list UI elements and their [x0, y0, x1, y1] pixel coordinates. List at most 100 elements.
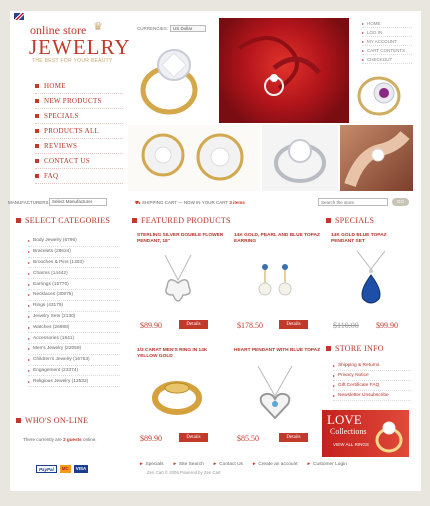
product-name[interactable]: 1/3 CARAT MEN'S RING IN 14K YELLOW GOLD: [137, 348, 227, 360]
arrow-icon: ▸: [28, 303, 31, 309]
menu-item-new-products[interactable]: NEW PRODUCTS: [35, 94, 123, 109]
arrow-icon: ▸: [28, 238, 31, 244]
product-image[interactable]: [250, 366, 300, 426]
product-name[interactable]: 14K GOLD, PEARL AND BLUE TOPAZ EARRING: [234, 233, 324, 245]
categories-list: ▸ Body Jewelry (6796) ▸ Bracelets (28624) …: [28, 236, 120, 388]
footer-link-customer-login[interactable]: ▸ Customer Login: [308, 462, 347, 467]
online-guests-count: 2 guests: [63, 437, 82, 442]
featured-title: FEATURED PRODUCTS: [132, 216, 231, 225]
category-item[interactable]: ▸ Accessories (1641): [28, 333, 120, 344]
bullet-icon: [35, 84, 39, 88]
category-item[interactable]: ▸ Charms (14442): [28, 268, 120, 280]
logo-title[interactable]: JEWELRY: [29, 35, 131, 60]
manufacturers-label: MANUFACTURERS:: [8, 200, 50, 205]
manufacturers-select[interactable]: Select Manufacturer: [49, 198, 107, 206]
arrow-icon: ▸: [362, 38, 365, 44]
category-item[interactable]: ▸ Necklaces (30876): [28, 290, 120, 301]
category-item[interactable]: ▸ Watches (26988): [28, 322, 120, 334]
category-label: Rings (43179): [33, 303, 64, 309]
store-info-item[interactable]: ▸ Shipping & Returns: [333, 361, 411, 371]
product-card[interactable]: 1/3 CARAT MEN'S RING IN 14K YELLOW GOLD …: [137, 348, 227, 458]
menu-item-specials[interactable]: SPECIALS: [35, 109, 123, 124]
copyright-text: Zen Cart © 2006 Powered by Zen Cart: [147, 470, 221, 475]
category-label: Engagement (23374): [33, 367, 79, 373]
category-item[interactable]: ▸ Men's Jewelry (22059): [28, 344, 120, 355]
arrow-icon: ▸: [213, 462, 217, 467]
arrow-icon: ▸: [173, 462, 176, 467]
product-card[interactable]: HEART PENDANT WITH BLUE TOPAZ $85.50 Det…: [234, 348, 324, 458]
toplink-cart-contents[interactable]: ▸ CART CONTENTS: [362, 46, 412, 55]
product-image[interactable]: [349, 251, 393, 311]
category-label: Jewelry Sets (2130): [33, 313, 76, 319]
shipping-cart-label: SHIPPING CART: [141, 200, 177, 205]
product-old-price: $110.00: [333, 321, 359, 330]
footer-link-label: Customer Login: [313, 462, 347, 467]
cart-icon: ⛟: [135, 200, 141, 205]
banner-subtitle: Collections: [330, 427, 367, 436]
menu-label: SPECIALS: [44, 112, 79, 120]
store-info-item[interactable]: ▸ Privacy Notice: [333, 371, 411, 381]
arrow-icon: ▸: [28, 270, 31, 276]
store-info-list: ▸ Shipping & Returns ▸ Privacy Notice ▸ Gif…: [333, 361, 411, 401]
menu-item-products-all[interactable]: PRODUCTS ALL: [35, 124, 123, 139]
special-product-card[interactable]: 14K GOLD BLUE TOPAZ PENDANT SET $110.00 …: [331, 233, 411, 343]
footer-link-contact-us[interactable]: ▸ Contact Us: [214, 462, 243, 467]
arrow-icon: ▸: [362, 20, 365, 26]
category-item[interactable]: ▸ Children's Jewelry (16753): [28, 355, 120, 366]
footer-link-specials[interactable]: ▸ Specials: [140, 462, 164, 467]
category-item[interactable]: ▸ Earrings (15770): [28, 279, 120, 290]
arrow-icon: ▸: [28, 313, 31, 319]
product-image[interactable]: [153, 255, 203, 315]
category-item[interactable]: ▸ Engagement (23374): [28, 366, 120, 377]
category-label: Body Jewelry (6796): [33, 238, 77, 244]
arrow-icon: ▸: [333, 393, 336, 398]
bullet-icon: [35, 159, 39, 163]
banner-link[interactable]: VIEW ALL RINGS: [333, 442, 369, 447]
footer-link-label: Contact Us: [219, 462, 243, 467]
language-flag-icon[interactable]: [14, 13, 24, 20]
store-info-label: Shipping & Returns: [338, 363, 380, 368]
category-item[interactable]: ▸ Religious Jewelry (13532): [28, 376, 120, 388]
details-button[interactable]: Details: [279, 433, 308, 442]
menu-item-reviews[interactable]: REVIEWS: [35, 139, 123, 154]
product-name[interactable]: HEART PENDANT WITH BLUE TOPAZ: [234, 348, 324, 354]
hero-diamond-ring-photo: [262, 125, 338, 191]
search-go-button[interactable]: GO: [392, 198, 409, 206]
category-label: Earrings (15770): [33, 281, 69, 287]
menu-item-contact-us[interactable]: CONTACT US: [35, 154, 123, 169]
toplink-login[interactable]: ▸ LOG IN: [362, 28, 412, 37]
arrow-icon: ▸: [333, 383, 336, 388]
toplink-label: HOME: [367, 20, 381, 26]
details-button[interactable]: Details: [279, 320, 308, 329]
product-card[interactable]: STERLING SILVER DOUBLE FLOWER PENDANT, 1…: [137, 233, 227, 343]
toplink-my-account[interactable]: ▸ MY ACCOUNT: [362, 37, 412, 46]
toplink-checkout[interactable]: ▸ CHECKOUT: [362, 55, 412, 64]
category-label: Children's Jewelry (16753): [33, 357, 90, 363]
category-item[interactable]: ▸ Body Jewelry (6796): [28, 236, 120, 247]
menu-item-faq[interactable]: FAQ: [35, 169, 123, 184]
product-image[interactable]: [250, 261, 300, 311]
footer-link-site-search[interactable]: ▸ Site Search: [174, 462, 204, 467]
details-button[interactable]: Details: [179, 433, 208, 442]
arrow-icon: ▸: [362, 56, 365, 62]
product-name[interactable]: 14K GOLD BLUE TOPAZ PENDANT SET: [331, 233, 411, 245]
category-label: Necklaces (30876): [33, 292, 74, 298]
category-item[interactable]: ▸ Brooches & Pins (1303): [28, 258, 120, 269]
category-item[interactable]: ▸ Jewelry Sets (2130): [28, 312, 120, 323]
toplink-home[interactable]: ▸ HOME: [362, 19, 412, 28]
search-input[interactable]: [318, 198, 388, 206]
footer-links: ▸ Specials ▸ Site Search ▸ Contact Us ▸ Crea…: [140, 462, 347, 467]
store-info-item[interactable]: ▸ Newsletter Unsubscribe: [333, 391, 411, 401]
product-image[interactable]: [147, 370, 207, 420]
product-name[interactable]: STERLING SILVER DOUBLE FLOWER PENDANT, 1…: [137, 233, 227, 245]
menu-item-home[interactable]: HOME: [35, 79, 123, 94]
category-item[interactable]: ▸ Bracelets (28624): [28, 247, 120, 258]
category-item[interactable]: ▸ Rings (43179): [28, 301, 120, 312]
details-button[interactable]: Details: [179, 320, 208, 329]
product-card[interactable]: 14K GOLD, PEARL AND BLUE TOPAZ EARRING $…: [234, 233, 324, 343]
footer-link-create-account[interactable]: ▸ Create an account: [253, 462, 298, 467]
banner-title: LOVE: [327, 412, 362, 427]
cart-status[interactable]: ⛟ SHIPPING CART — NOW IN YOUR CART 3 ite…: [135, 200, 245, 207]
store-info-item[interactable]: ▸ Gift Certificate FAQ: [333, 381, 411, 391]
currency-select[interactable]: US Dollar: [170, 25, 206, 32]
